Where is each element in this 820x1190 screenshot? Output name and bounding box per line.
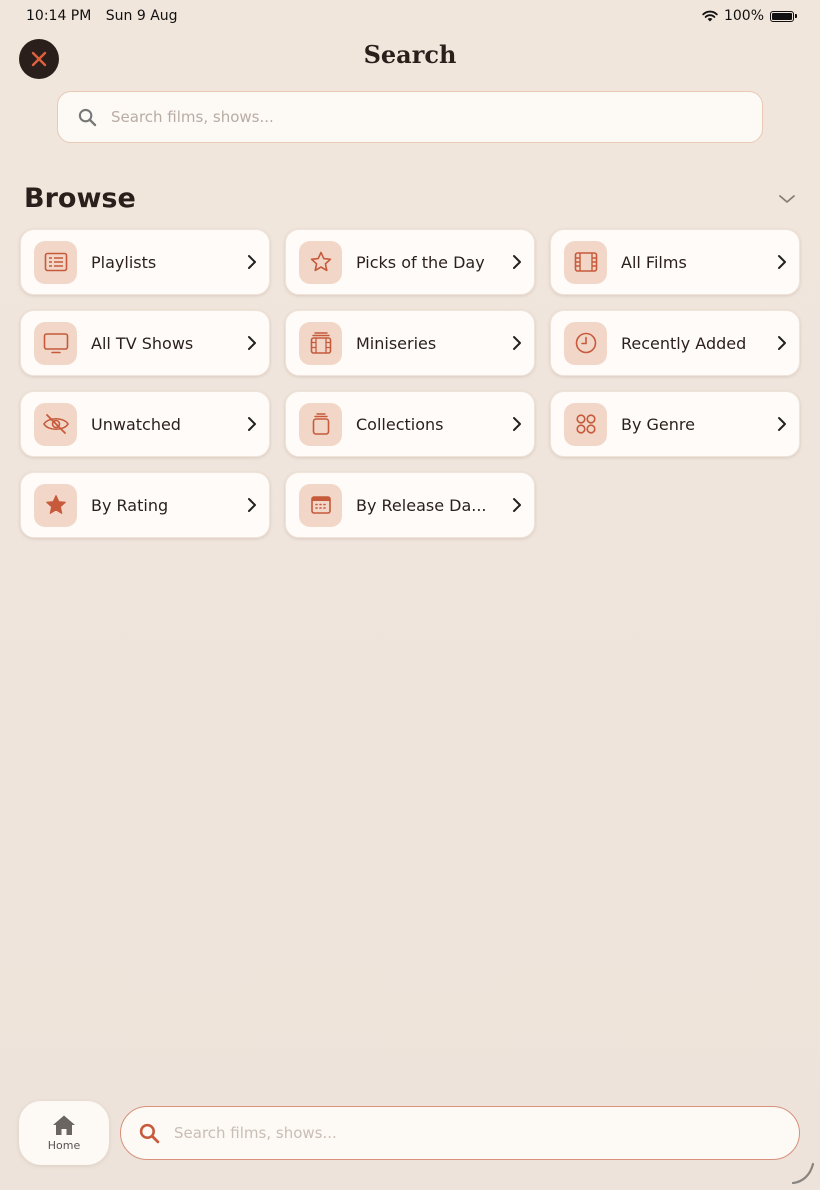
- chevron-right-icon: [248, 417, 256, 431]
- battery-icon: [770, 10, 797, 22]
- star-outline-icon: [299, 240, 342, 284]
- browse-item-recently-added[interactable]: Recently Added: [550, 310, 800, 376]
- clock-icon: [564, 321, 607, 365]
- calendar-icon: [299, 483, 342, 527]
- search-input-top[interactable]: [109, 107, 762, 127]
- search-bar-bottom[interactable]: [120, 1106, 800, 1160]
- browse-item-by-rating[interactable]: By Rating: [20, 472, 270, 538]
- status-bar: 10:14 PM Sun 9 Aug 100%: [0, 0, 820, 32]
- home-button[interactable]: Home: [19, 1101, 109, 1165]
- browse-item-playlists[interactable]: Playlists: [20, 229, 270, 295]
- browse-grid: Playlists Picks of the Day All Films All…: [20, 229, 800, 538]
- chevron-right-icon: [513, 336, 521, 350]
- film-stack-icon: [299, 321, 342, 365]
- chevron-right-icon: [778, 255, 786, 269]
- chevron-right-icon: [248, 255, 256, 269]
- browse-item-label: By Rating: [91, 495, 169, 515]
- browse-item-label: Playlists: [91, 252, 157, 272]
- search-bar-top[interactable]: [57, 91, 763, 143]
- eye-slash-icon: [34, 402, 77, 446]
- browse-item-label: Miniseries: [356, 333, 437, 353]
- star-filled-icon: [34, 483, 77, 527]
- resize-handle-icon: [791, 1162, 815, 1185]
- chevron-right-icon: [513, 417, 521, 431]
- chevron-right-icon: [513, 498, 521, 512]
- browse-item-label: All Films: [621, 252, 687, 272]
- search-input-bottom[interactable]: [172, 1123, 799, 1143]
- chevron-right-icon: [248, 336, 256, 350]
- status-right: 100%: [702, 8, 797, 24]
- browse-item-all-tv-shows[interactable]: All TV Shows: [20, 310, 270, 376]
- search-icon: [78, 108, 97, 126]
- status-time: 10:14 PM: [26, 8, 92, 24]
- browse-item-unwatched[interactable]: Unwatched: [20, 391, 270, 457]
- browse-item-label: Recently Added: [621, 333, 747, 353]
- browse-item-by-release-date[interactable]: By Release Da...: [285, 472, 535, 538]
- browse-item-label: By Genre: [621, 414, 695, 434]
- status-left: 10:14 PM Sun 9 Aug: [26, 8, 188, 24]
- list-icon: [34, 240, 77, 284]
- battery-percent: 100%: [723, 8, 764, 24]
- browse-item-picks-of-the-day[interactable]: Picks of the Day: [285, 229, 535, 295]
- browse-item-label: All TV Shows: [91, 333, 194, 353]
- wifi-icon: [702, 10, 718, 22]
- chevron-right-icon: [248, 498, 256, 512]
- home-icon: [53, 1115, 75, 1135]
- browse-item-label: By Release Da...: [356, 495, 487, 515]
- search-icon: [139, 1123, 160, 1143]
- tv-icon: [34, 321, 77, 365]
- browse-title: Browse: [24, 183, 136, 214]
- home-label: Home: [47, 1139, 81, 1152]
- browse-item-label: Unwatched: [91, 414, 181, 434]
- browse-item-all-films[interactable]: All Films: [550, 229, 800, 295]
- page-title: Search: [363, 40, 457, 69]
- chevron-down-icon[interactable]: [778, 193, 796, 205]
- chevron-right-icon: [513, 255, 521, 269]
- browse-item-by-genre[interactable]: By Genre: [550, 391, 800, 457]
- browse-item-miniseries[interactable]: Miniseries: [285, 310, 535, 376]
- chevron-right-icon: [778, 336, 786, 350]
- status-date: Sun 9 Aug: [105, 8, 178, 24]
- browse-header: Browse: [24, 183, 796, 214]
- browse-item-label: Collections: [356, 414, 444, 434]
- grid-circles-icon: [564, 402, 607, 446]
- film-icon: [564, 240, 607, 284]
- browse-item-collections[interactable]: Collections: [285, 391, 535, 457]
- browse-item-label: Picks of the Day: [356, 252, 485, 272]
- stack-icon: [299, 402, 342, 446]
- chevron-right-icon: [778, 417, 786, 431]
